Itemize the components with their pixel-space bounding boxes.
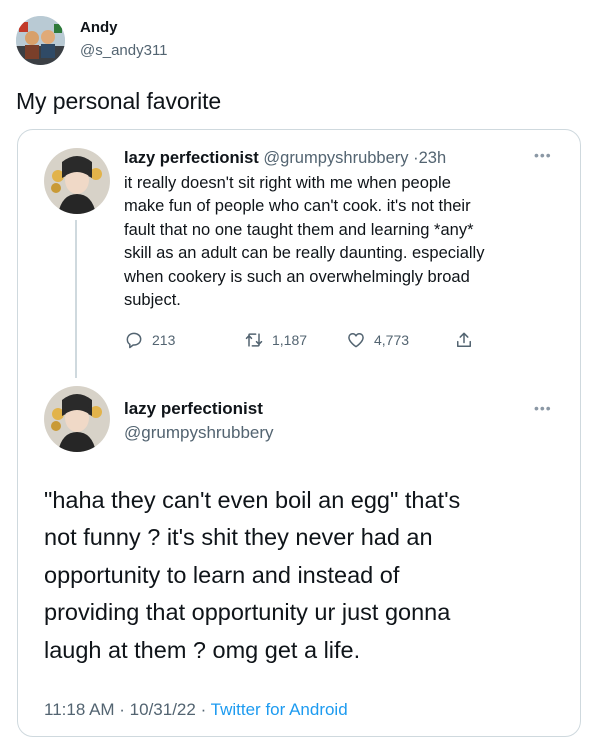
tweet-caption: My personal favorite: [16, 88, 222, 114]
like-button[interactable]: 4,773: [346, 330, 409, 350]
user-handle[interactable]: @s_andy311: [80, 42, 168, 59]
main-author-name[interactable]: lazy perfectionist: [124, 399, 263, 419]
retweet-button[interactable]: 1,187: [244, 330, 307, 350]
avatar[interactable]: [16, 16, 65, 65]
main-author-handle[interactable]: @grumpyshrubbery: [124, 423, 274, 443]
user-name[interactable]: Andy: [80, 19, 118, 36]
reply-body-line: when cookery is such an overwhelmingly b…: [124, 267, 470, 286]
reply-body-line: fault that no one taught them and learni…: [124, 220, 474, 239]
more-options-icon[interactable]: •••: [534, 400, 552, 416]
reply-author-avatar[interactable]: [44, 148, 110, 214]
reply-author-handle[interactable]: @grumpyshrubbery: [263, 149, 408, 167]
reply-body-line: it really doesn't sit right with me when…: [124, 174, 451, 192]
main-body-line: providing that opportunity ur just gonna: [44, 599, 451, 626]
tweet-timestamp[interactable]: 11:18 AM · 10/31/22 ·: [44, 700, 211, 719]
main-body-line: not funny ? it's shit they never had an: [44, 524, 433, 551]
reply-body: it really doesn't sit right with me when…: [124, 172, 484, 312]
tweet-meta: 11:18 AM · 10/31/22 · Twitter for Androi…: [44, 700, 348, 720]
main-body: "haha they can't even boil an egg" that'…: [44, 482, 460, 669]
main-author-avatar[interactable]: [44, 386, 110, 452]
reply-time[interactable]: 23h: [419, 149, 447, 167]
heart-icon: [348, 333, 364, 348]
main-body-line: laugh at them ? omg get a life.: [44, 636, 361, 663]
reply-count: 213: [152, 332, 176, 348]
reply-body-line: subject.: [124, 291, 181, 310]
main-body-line: "haha they can't even boil an egg" that'…: [44, 487, 461, 513]
reply-body-line: make fun of people who can't cook. it's …: [124, 197, 471, 216]
like-count: 4,773: [374, 332, 410, 348]
reply-header: lazy perfectionist @grumpyshrubbery ·23h: [124, 149, 446, 168]
more-options-icon[interactable]: •••: [534, 147, 552, 163]
retweet-count: 1,187: [272, 332, 308, 348]
reply-button[interactable]: 213: [124, 330, 175, 350]
retweet-icon: [245, 333, 263, 347]
share-icon: [457, 332, 471, 347]
reply-icon: [126, 332, 142, 349]
main-body-line: opportunity to learn and instead of: [44, 561, 400, 588]
reply-body-line: skill as an adult can be really daunting…: [124, 244, 485, 263]
tweet-source[interactable]: Twitter for Android: [211, 700, 348, 719]
share-button[interactable]: [454, 330, 474, 350]
thread-line: [75, 220, 77, 378]
reply-author-name[interactable]: lazy perfectionist: [124, 149, 259, 167]
